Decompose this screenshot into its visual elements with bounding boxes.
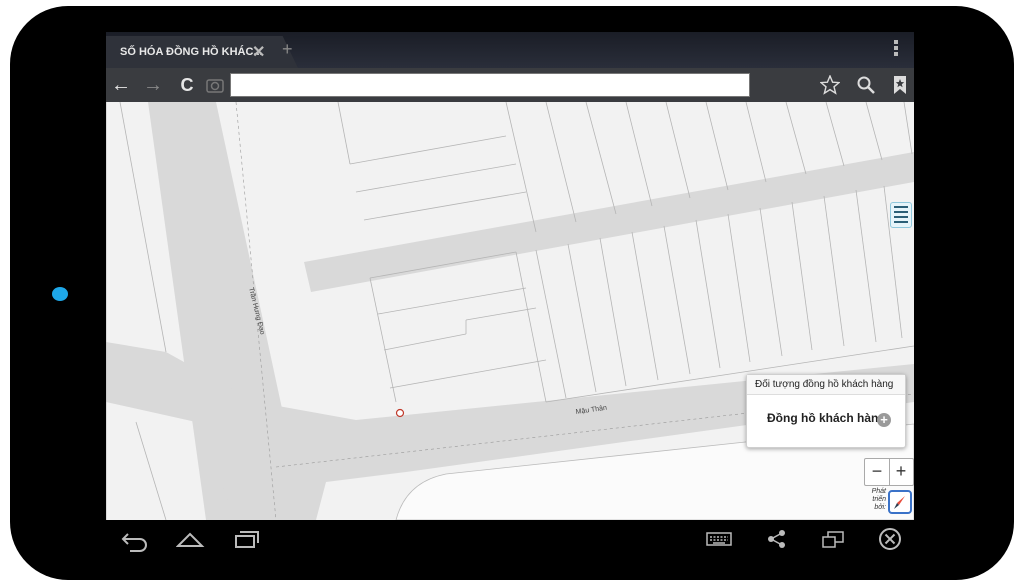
- screen-mirror-icon[interactable]: [818, 520, 848, 560]
- layer-popup: Đối tượng đồng hồ khách hàng Đồng hồ khá…: [746, 374, 906, 448]
- new-tab-button[interactable]: +: [282, 40, 293, 58]
- share-icon[interactable]: [762, 520, 792, 560]
- popup-title: Đối tượng đồng hồ khách hàng: [747, 375, 905, 395]
- android-nav-bar: [106, 520, 914, 560]
- home-nav-icon[interactable]: [176, 520, 206, 560]
- forward-button[interactable]: →: [138, 68, 168, 102]
- search-icon[interactable]: [856, 75, 876, 95]
- zoom-control: − +: [864, 458, 914, 486]
- developed-by-label: Phát triển bởi:: [871, 488, 886, 511]
- url-field[interactable]: [230, 73, 750, 97]
- map-layer: Trần Hưng Đạo Mậu Thân: [106, 102, 914, 520]
- add-circle-icon[interactable]: +: [877, 413, 891, 427]
- recent-apps-icon[interactable]: [232, 520, 262, 560]
- zoom-out-button[interactable]: −: [865, 459, 890, 485]
- browser-tab-bar: SỐ HÓA ĐỒNG HỒ KHÁC... ✕ +: [106, 32, 914, 68]
- zoom-in-button[interactable]: +: [889, 459, 913, 485]
- camera-icon[interactable]: [206, 77, 224, 93]
- back-button[interactable]: ←: [106, 68, 136, 102]
- close-tab-icon[interactable]: ✕: [252, 45, 265, 61]
- back-nav-icon[interactable]: [120, 520, 150, 560]
- screen: SỐ HÓA ĐỒNG HỒ KHÁC... ✕ + ← → C Trần Hư…: [106, 32, 914, 520]
- browser-toolbar: ← → C: [106, 68, 914, 102]
- close-circle-icon[interactable]: [876, 520, 906, 560]
- bookmarks-icon[interactable]: [892, 75, 908, 95]
- browser-tab[interactable]: SỐ HÓA ĐỒNG HỒ KHÁC... ✕: [106, 36, 298, 68]
- compass-icon[interactable]: [888, 490, 912, 514]
- meter-marker-icon[interactable]: [395, 408, 405, 418]
- map-canvas[interactable]: Trần Hưng Đạo Mậu Thân Đối tượng đồng hồ…: [106, 102, 914, 520]
- front-camera: [52, 287, 68, 301]
- overflow-menu-icon[interactable]: [894, 40, 898, 58]
- popup-item-customer-meter[interactable]: Đồng hồ khách hàng: [767, 411, 886, 425]
- reload-button[interactable]: C: [172, 68, 202, 102]
- layer-list-button[interactable]: [890, 202, 912, 228]
- keyboard-icon[interactable]: [704, 520, 734, 560]
- bookmark-star-icon[interactable]: [820, 75, 840, 95]
- tab-title: SỐ HÓA ĐỒNG HỒ KHÁC...: [120, 46, 263, 58]
